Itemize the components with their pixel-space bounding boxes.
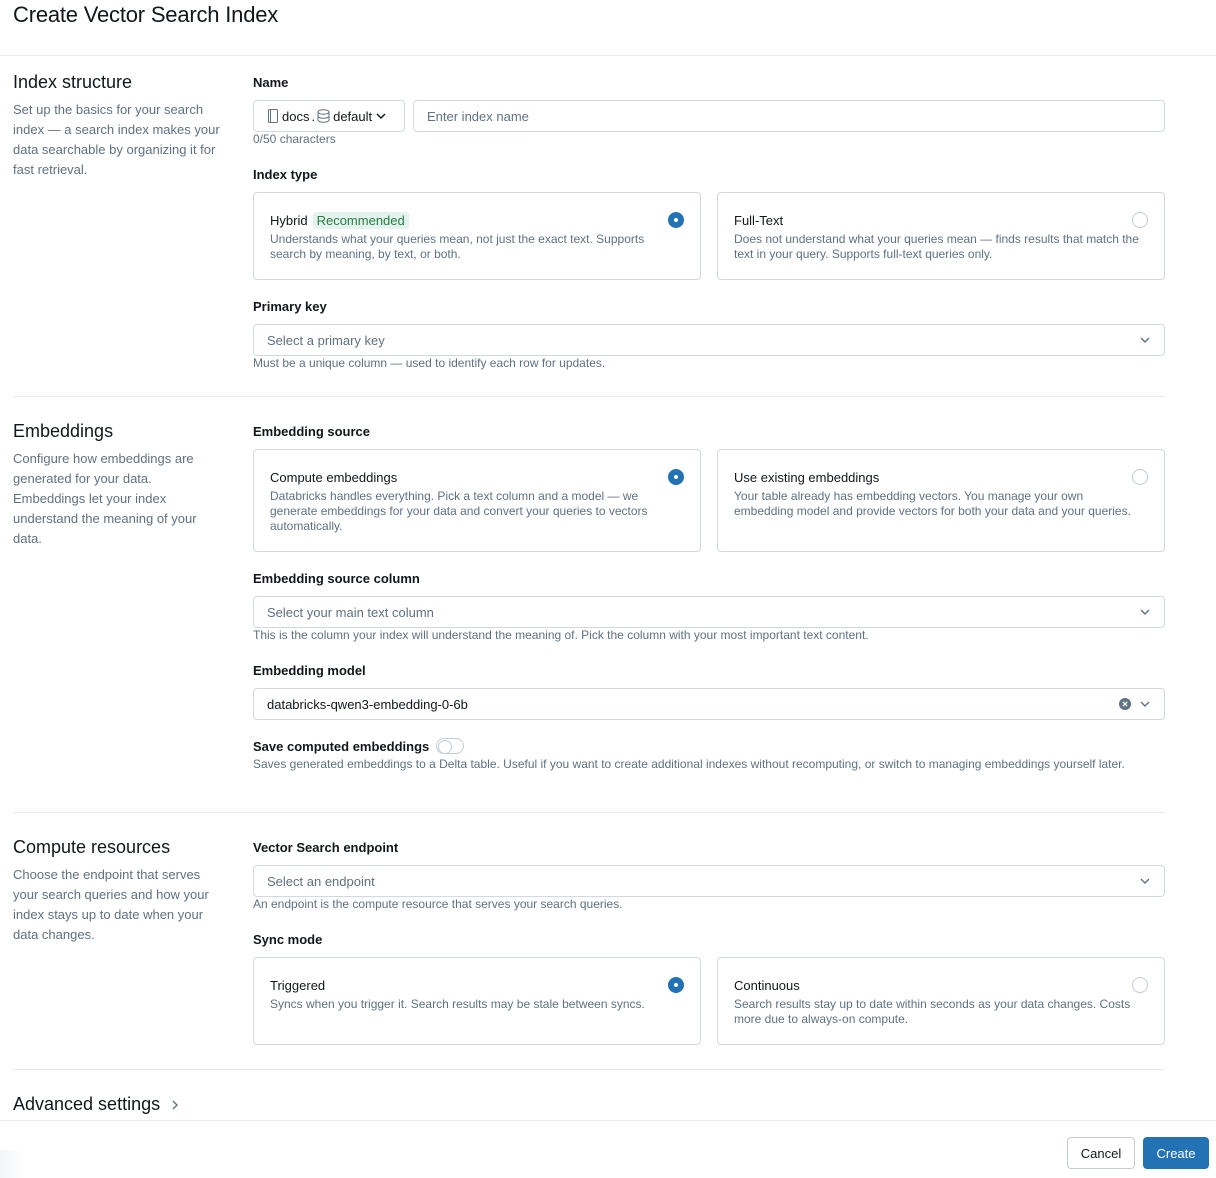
section-title-index-structure: Index structure (13, 72, 133, 92)
option-title: Use existing embeddings (734, 469, 880, 485)
embedding-source-column-select[interactable]: Select your main text column (253, 596, 1165, 628)
option-title: Full-Text (734, 212, 784, 228)
catalog-schema-selector[interactable]: docs . default (253, 100, 405, 132)
section-title-compute: Compute resources (13, 837, 171, 857)
save-embeddings-label: Save computed embeddings (253, 738, 430, 754)
sync-mode-option-triggered[interactable]: Triggered Syncs when you trigger it. Sea… (253, 957, 701, 1045)
title-divider (0, 55, 1216, 56)
catalog-name: docs (282, 108, 310, 124)
section-divider (13, 1069, 1165, 1070)
chevron-down-icon (1139, 701, 1151, 707)
save-embeddings-toggle[interactable] (436, 738, 465, 754)
option-title: Triggered (270, 977, 326, 993)
save-embeddings-row: Save computed embeddings (253, 738, 465, 754)
chevron-down-icon (376, 113, 386, 119)
section-divider (13, 396, 1165, 397)
sync-mode-option-continuous[interactable]: Continuous Search results stay up to dat… (717, 957, 1165, 1045)
endpoint-hint: An endpoint is the compute resource that… (253, 897, 623, 911)
sync-mode-label: Sync mode (253, 932, 323, 947)
advanced-settings-toggle[interactable]: Advanced settings (13, 1094, 179, 1115)
radio-unselected[interactable] (1132, 212, 1148, 228)
primary-key-select[interactable]: Select a primary key (253, 324, 1165, 356)
section-desc-embeddings: Configure how embeddings are generated f… (13, 451, 197, 546)
footer-divider (0, 1120, 1216, 1121)
section-title-embeddings: Embeddings (13, 421, 114, 441)
create-button[interactable]: Create (1143, 1137, 1209, 1169)
chevron-down-icon (1139, 337, 1151, 343)
radio-unselected[interactable] (1132, 977, 1148, 993)
embedding-source-column-hint: This is the column your index will under… (253, 628, 869, 642)
option-description: Syncs when you trigger it. Search result… (270, 997, 645, 1011)
embedding-source-column-label: Embedding source column (253, 571, 420, 586)
option-description: Your table already has embedding vectors… (734, 489, 1131, 518)
section-divider (13, 812, 1165, 813)
name-char-count: 0/50 characters (253, 132, 336, 146)
embedding-source-label: Embedding source (253, 424, 371, 439)
option-description: Does not understand what your queries me… (734, 232, 1139, 261)
primary-key-label: Primary key (253, 299, 327, 314)
embedding-source-option-compute[interactable]: Compute embeddings Databricks handles ev… (253, 449, 701, 552)
index-type-option-hybrid[interactable]: Hybrid Recommended Understands what your … (253, 192, 701, 280)
option-title: Hybrid (270, 212, 308, 228)
chevron-down-icon (1139, 609, 1151, 615)
radio-unselected[interactable] (1132, 469, 1148, 485)
option-description: Databricks handles everything. Pick a te… (270, 489, 648, 533)
advanced-settings-title: Advanced settings (13, 1094, 161, 1114)
clear-icon[interactable] (1119, 698, 1131, 710)
option-description: Understands what your queries mean, not … (270, 232, 645, 261)
primary-key-hint: Must be a unique column — used to identi… (253, 356, 606, 370)
save-embeddings-description: Saves generated embeddings to a Delta ta… (253, 757, 1125, 771)
panel-shadow (0, 1150, 24, 1178)
radio-selected[interactable] (668, 469, 684, 485)
option-title: Compute embeddings (270, 469, 398, 485)
page-title: Create Vector Search Index (13, 2, 279, 27)
embedding-source-option-existing[interactable]: Use existing embeddings Your table alrea… (717, 449, 1165, 552)
endpoint-label: Vector Search endpoint (253, 840, 399, 855)
embedding-model-value: databricks-qwen3-embedding-0-6b (267, 696, 468, 712)
recommended-badge: Recommended (312, 211, 409, 229)
catalog-icon (267, 109, 279, 123)
section-desc-index-structure: Set up the basics for your search index … (13, 102, 220, 177)
endpoint-select[interactable]: Select an endpoint (253, 865, 1165, 897)
chevron-down-icon (1139, 878, 1151, 884)
index-type-option-full-text[interactable]: Full-Text Does not understand what your … (717, 192, 1165, 280)
chevron-right-icon (172, 1100, 179, 1110)
option-title: Continuous (734, 977, 800, 993)
radio-selected[interactable] (668, 977, 684, 993)
name-label: Name (253, 75, 289, 90)
primary-key-placeholder: Select a primary key (267, 332, 385, 348)
catalog-separator: . (311, 108, 316, 124)
embedding-source-column-placeholder: Select your main text column (267, 604, 434, 620)
endpoint-placeholder: Select an endpoint (267, 873, 375, 889)
index-type-label: Index type (253, 167, 318, 182)
option-description: Search results stay up to date within se… (734, 997, 1131, 1026)
schema-icon (317, 109, 330, 123)
index-name-input[interactable] (413, 100, 1165, 132)
embedding-model-select[interactable]: databricks-qwen3-embedding-0-6b (253, 688, 1165, 720)
embedding-model-label: Embedding model (253, 663, 366, 678)
section-desc-compute: Choose the endpoint that serves your sea… (13, 867, 209, 942)
radio-selected[interactable] (668, 212, 684, 228)
schema-name: default (333, 108, 373, 124)
cancel-button[interactable]: Cancel (1067, 1137, 1135, 1169)
